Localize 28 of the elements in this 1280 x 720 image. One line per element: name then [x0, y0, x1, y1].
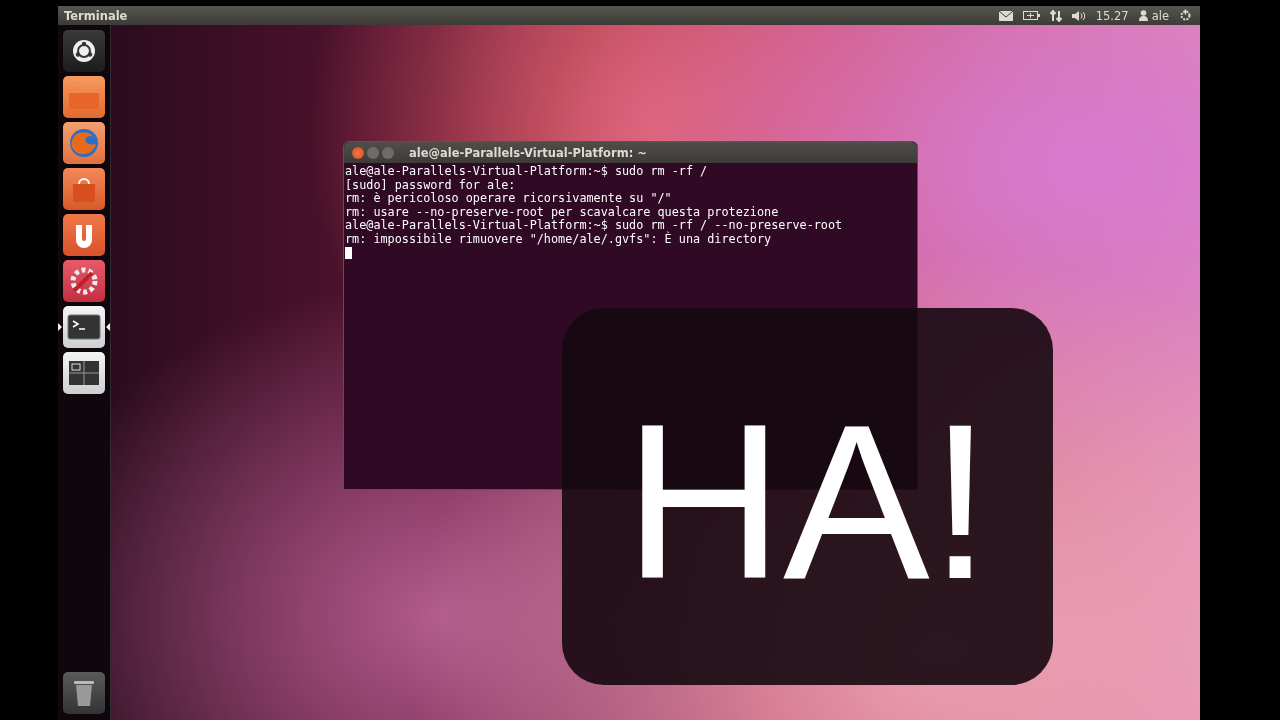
settings-icon[interactable]: [1179, 9, 1192, 22]
volume-icon[interactable]: [1071, 9, 1086, 22]
text-cursor: [345, 247, 352, 259]
app-title: Terminale: [64, 8, 129, 23]
launcher-icon[interactable]: [63, 352, 105, 394]
up-down-arrows-icon[interactable]: [1049, 9, 1062, 22]
launcher-icon[interactable]: [63, 30, 105, 72]
battery-icon[interactable]: [1022, 11, 1040, 20]
workspace-grid-icon: [68, 360, 100, 386]
gear-wrench-icon: [68, 265, 100, 297]
mail-icon[interactable]: [998, 10, 1013, 21]
clock[interactable]: 15.27: [1095, 8, 1129, 23]
terminal-line: ale@ale-Parallels-Virtual-Platform:~$ sudo rm -rf /: [345, 165, 709, 179]
terminal-line: ale@ale-Parallels-Virtual-Platform:~$ sudo rm -rf / --no-preserve-root: [345, 219, 844, 232]
user-name[interactable]: ale: [1151, 8, 1169, 23]
ubuntu-logo-icon: [71, 38, 97, 64]
launcher-icon[interactable]: [63, 672, 105, 714]
terminal-line: rm: impossibile rimuovere "/home/ale/.gvfs": È una directory: [345, 232, 772, 246]
window-title: ale@ale-Parallels-Virtual-Platform: ~: [409, 145, 647, 160]
user-icon: [1138, 10, 1148, 21]
terminal-line: rm: usare --no-preserve-root per scavalcare questa protezione: [345, 205, 780, 219]
terminal-icon: [67, 314, 101, 340]
close-button[interactable]: [352, 146, 364, 159]
terminal-line: [sudo] password for ale:: [345, 178, 517, 192]
trash-icon: [71, 678, 97, 708]
launcher-icon[interactable]: [63, 306, 105, 348]
overlay-text: HA!: [624, 391, 991, 612]
terminal-line: rm: è pericoloso operare ricorsivamente su "/": [345, 192, 673, 206]
